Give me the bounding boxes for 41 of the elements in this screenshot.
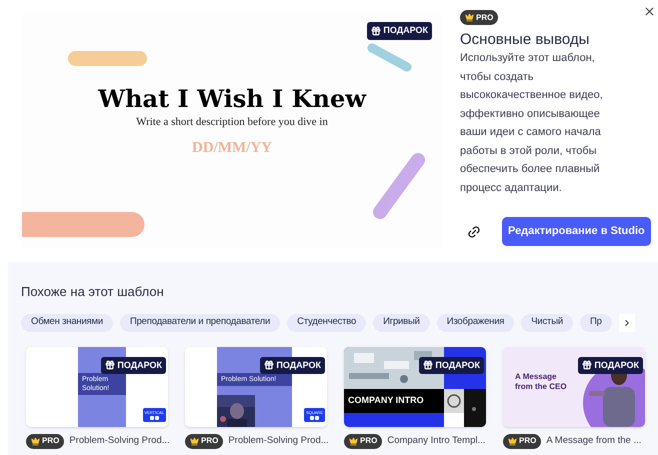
slide-title: A Message from the CEO xyxy=(515,372,568,392)
tag-chip[interactable]: Студенчество xyxy=(287,314,366,332)
gift-badge: ПОДАРОК xyxy=(367,22,432,40)
social-icons xyxy=(150,416,159,420)
gift-badge: ПОДАРОК xyxy=(578,356,643,374)
pro-badge: PRO xyxy=(185,434,224,448)
pro-badge: PRO xyxy=(344,434,382,448)
pro-badge: PRO xyxy=(26,434,64,448)
template-title: Основные выводы xyxy=(460,31,590,49)
tag-chip[interactable]: Обмен знаниями xyxy=(21,314,113,332)
gift-badge: ПОДАРОК xyxy=(101,356,166,374)
pro-badge: PRO xyxy=(460,10,498,25)
slide-title: COMPANY INTRO xyxy=(344,388,444,412)
template-name[interactable]: Company Intro Templ... xyxy=(387,434,486,448)
tag-chip[interactable]: Изображения xyxy=(436,314,514,332)
slide-subtitle: Write a short description before you dive in xyxy=(136,115,328,130)
crown-icon xyxy=(508,436,517,446)
pro-badge: PRO xyxy=(503,434,542,448)
gift-icon xyxy=(371,26,382,36)
template-name[interactable]: Problem-Solving Prod... xyxy=(228,434,329,448)
tag-chip[interactable]: Пр xyxy=(580,314,612,332)
template-name[interactable]: Problem-Solving Prod... xyxy=(69,434,170,448)
gift-icon xyxy=(264,360,274,370)
gift-badge: ПОДАРОК xyxy=(260,356,325,374)
crown-icon xyxy=(349,436,358,446)
gift-icon xyxy=(582,360,592,370)
template-description: Используйте этот шаблон, чтобы создать высококачественное видео, эффективно описывающее ваши идеи с самого начала работы в этой роли, чтобы обеспечить более плавный процесс адаптации. xyxy=(460,51,604,196)
section-heading: Похоже на этот шаблон xyxy=(21,283,165,301)
slide-title: What I Wish I Knew xyxy=(98,85,366,113)
template-name[interactable]: A Message from the ... xyxy=(546,434,642,448)
close-icon xyxy=(642,4,656,18)
tag-chip[interactable]: Преподаватели и преподаватели xyxy=(120,314,280,332)
gift-icon xyxy=(105,360,116,370)
crown-icon xyxy=(190,436,199,446)
crown-icon xyxy=(465,13,474,22)
crown-icon xyxy=(31,436,40,446)
tag-chip[interactable]: Чистый xyxy=(521,314,573,332)
social-icons xyxy=(310,416,320,420)
tag-chip[interactable]: Игривый xyxy=(373,314,430,332)
slide-date: DD/MM/YY xyxy=(192,138,272,158)
edit-in-studio-button[interactable]: Редактирование в Studio xyxy=(502,217,651,246)
